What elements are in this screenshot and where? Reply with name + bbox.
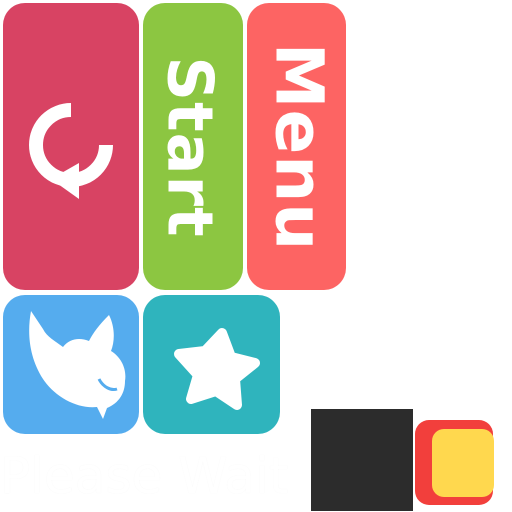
menu-button[interactable]: Menu xyxy=(247,3,346,290)
menu-label: Menu xyxy=(260,42,337,251)
please-wait-text: Please Wait xyxy=(0,447,289,505)
star-icon xyxy=(174,328,260,410)
twitter-share-button[interactable] xyxy=(3,295,139,434)
rate-button[interactable] xyxy=(143,295,280,434)
dark-panel xyxy=(311,409,413,511)
replay-icon xyxy=(29,103,113,199)
start-button[interactable]: Start xyxy=(143,3,243,290)
bird-icon xyxy=(29,311,126,419)
replay-button[interactable] xyxy=(3,3,139,290)
checkbox-fill xyxy=(432,429,494,497)
start-label: Start xyxy=(153,55,227,238)
